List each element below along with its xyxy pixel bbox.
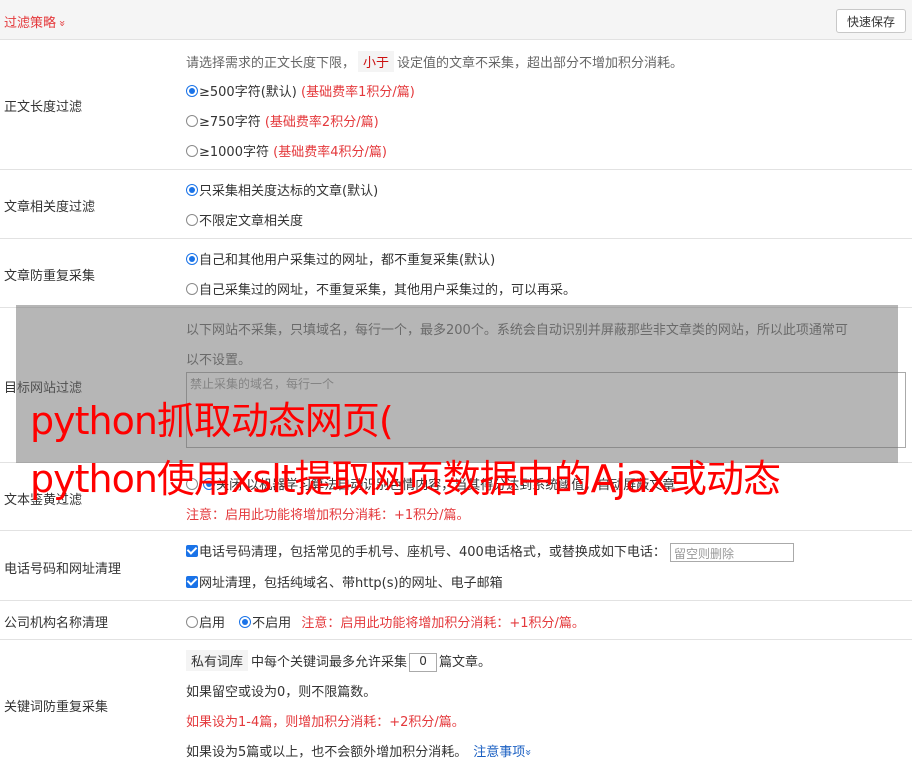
org-options: 启用 不启用 注意：启用此功能将增加积分消耗：+1积分/篇。 bbox=[186, 612, 585, 631]
length-option-750[interactable]: ≥750字符 (基础费率2积分/篇) bbox=[186, 111, 379, 130]
keyword-limit: 私有词库 中每个关键词最多允许采集 0 篇文章。 bbox=[186, 650, 491, 672]
private-lexicon-link[interactable]: 私有词库 bbox=[186, 650, 249, 671]
replacement-phone-input[interactable]: 留空则删除 bbox=[669, 543, 794, 562]
less-than-tag: 小于 bbox=[358, 51, 395, 72]
radio-icon[interactable] bbox=[186, 283, 198, 295]
radio-icon[interactable] bbox=[186, 616, 198, 628]
chevron-down-icon: » bbox=[55, 20, 69, 27]
checkbox-checked-icon[interactable] bbox=[186, 576, 198, 588]
row-dedup: 文章防重复采集 自己和其他用户采集过的网址，都不重复采集(默认) 自己采集过的网… bbox=[0, 239, 912, 308]
row-label: 公司机构名称清理 bbox=[4, 616, 109, 631]
row-label: 正文长度过滤 bbox=[4, 100, 83, 115]
filter-header: 过滤策略» 快速保存 bbox=[0, 0, 912, 40]
checkbox-checked-icon[interactable] bbox=[186, 545, 198, 557]
keyword-note-3: 如果设为5篇或以上，也不会额外增加积分消耗。 注意事项» bbox=[186, 745, 536, 760]
length-option-500[interactable]: ≥500字符(默认) (基础费率1积分/篇) bbox=[186, 81, 415, 100]
radio-icon[interactable] bbox=[186, 115, 198, 127]
length-desc: 请选择需求的正文长度下限， 小于 设定值的文章不采集，超出部分不增加积分消耗。 bbox=[186, 51, 683, 72]
row-keyword-dedup: 关键词防重复采集 私有词库 中每个关键词最多允许采集 0 篇文章。 如果留空或设为0，… bbox=[0, 640, 912, 768]
row-phone-url: 电话号码和网址清理 电话号码清理，包括常见的手机号、座机号、400电话格式，或替… bbox=[0, 531, 912, 601]
radio-selected-icon[interactable] bbox=[186, 253, 198, 265]
relevance-option-only[interactable]: 只采集相关度达标的文章(默认) bbox=[186, 180, 378, 199]
row-label: 文章相关度过滤 bbox=[4, 200, 96, 215]
porn-note: 注意：启用此功能将增加积分消耗：+1积分/篇。 bbox=[186, 508, 470, 523]
radio-selected-icon[interactable] bbox=[239, 616, 252, 628]
row-label: 文章防重复采集 bbox=[4, 269, 96, 284]
relevance-option-any[interactable]: 不限定文章相关度 bbox=[186, 210, 303, 229]
row-relevance: 文章相关度过滤 只采集相关度达标的文章(默认) 不限定文章相关度 bbox=[0, 170, 912, 239]
phone-cleanup[interactable]: 电话号码清理，包括常见的手机号、座机号、400电话格式，或替换成如下电话： 留空… bbox=[186, 541, 794, 562]
row-org-name: 公司机构名称清理 启用 不启用 注意：启用此功能将增加积分消耗：+1积分/篇。 bbox=[0, 601, 912, 640]
notes-link[interactable]: 注意事项» bbox=[473, 745, 536, 760]
overlay-title-line-1: python抓取动态网页( bbox=[30, 399, 394, 443]
row-label: 关键词防重复采集 bbox=[4, 700, 109, 715]
radio-icon[interactable] bbox=[186, 214, 198, 226]
radio-icon[interactable] bbox=[186, 145, 198, 157]
url-cleanup[interactable]: 网址清理，包括纯域名、带http(s)的网址、电子邮箱 bbox=[186, 572, 503, 591]
row-length-filter: 正文长度过滤 请选择需求的正文长度下限， 小于 设定值的文章不采集，超出部分不增加积… bbox=[0, 40, 912, 170]
radio-selected-icon[interactable] bbox=[186, 184, 198, 196]
chevron-down-icon: » bbox=[522, 749, 536, 756]
keyword-note-2: 如果设为1-4篇，则增加积分消耗：+2积分/篇。 bbox=[186, 715, 465, 730]
row-label: 电话号码和网址清理 bbox=[4, 562, 122, 577]
keyword-note-1: 如果留空或设为0，则不限篇数。 bbox=[186, 685, 377, 700]
max-articles-input[interactable]: 0 bbox=[409, 653, 438, 672]
radio-selected-icon[interactable] bbox=[186, 85, 198, 97]
dedup-option-all[interactable]: 自己和其他用户采集过的网址，都不重复采集(默认) bbox=[186, 249, 495, 268]
filter-title[interactable]: 过滤策略» bbox=[4, 12, 69, 31]
quick-save-button[interactable]: 快速保存 bbox=[836, 9, 906, 33]
length-option-1000[interactable]: ≥1000字符 (基础费率4积分/篇) bbox=[186, 141, 387, 160]
overlay-title-line-2: python使用xslt提取网页数据中的Ajax或动态 bbox=[30, 457, 781, 501]
dedup-option-self[interactable]: 自己采集过的网址，不重复采集，其他用户采集过的，可以再采。 bbox=[186, 279, 576, 298]
